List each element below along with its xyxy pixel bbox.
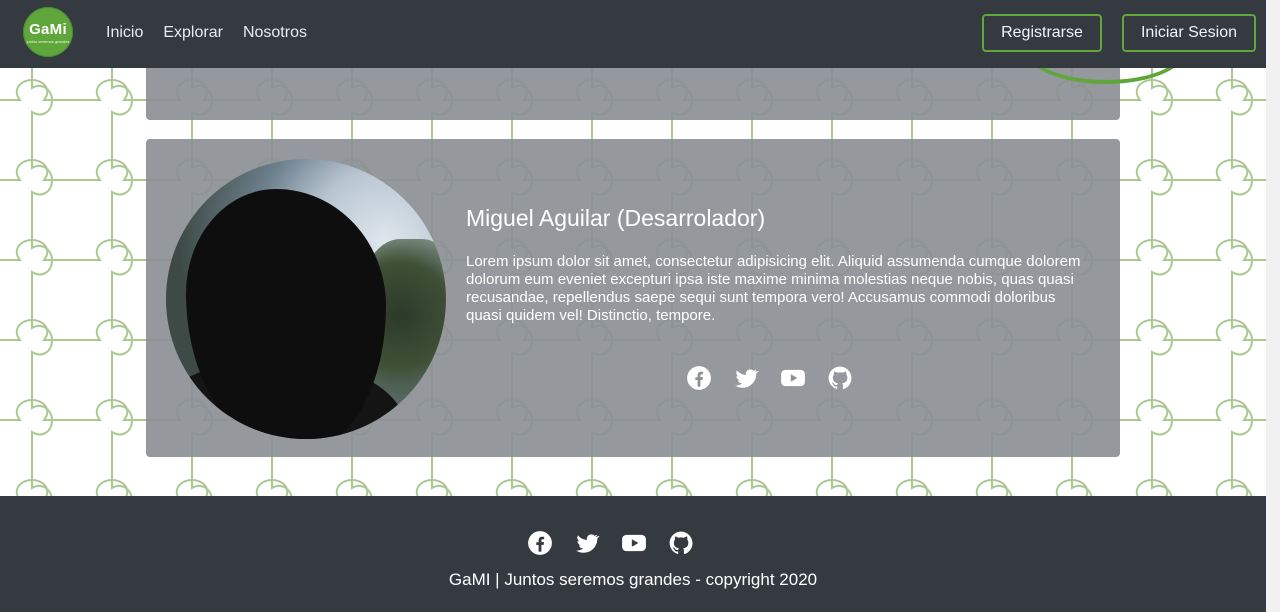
facebook-icon[interactable]: [686, 365, 712, 391]
nav-link-inicio[interactable]: Inicio: [106, 24, 143, 42]
profile-social-links: [686, 365, 853, 391]
footer-copyright: GaMI | Juntos seremos grandes - copyrigh…: [448, 570, 818, 589]
avatar-head-silhouette: [186, 189, 386, 439]
profile-card: Miguel Aguilar (Desarrolador) Lorem ipsu…: [146, 139, 1120, 457]
profile-avatar: [166, 159, 446, 439]
logo-subtext: juntos seremos grandes: [26, 39, 70, 44]
profile-description: Lorem ipsum dolor sit amet, consectetur …: [466, 253, 1081, 324]
scrollbar-track[interactable]: [1266, 0, 1280, 612]
brand-logo[interactable]: GaMi juntos seremos grandes: [23, 7, 73, 57]
logo-text: GaMi: [29, 21, 67, 38]
youtube-icon[interactable]: [621, 530, 647, 556]
login-button[interactable]: Iniciar Sesion: [1122, 14, 1256, 52]
twitter-icon[interactable]: [733, 365, 759, 391]
github-icon[interactable]: [827, 365, 853, 391]
facebook-icon[interactable]: [527, 530, 553, 556]
profile-name: Miguel Aguilar (Desarrolador): [466, 205, 766, 231]
nav-link-explorar[interactable]: Explorar: [163, 24, 223, 42]
previous-profile-card: [146, 28, 1186, 120]
twitter-icon[interactable]: [574, 530, 600, 556]
site-footer: GaMI | Juntos seremos grandes - copyrigh…: [0, 496, 1266, 612]
youtube-icon[interactable]: [780, 365, 806, 391]
footer-social-links: [527, 530, 694, 556]
github-icon[interactable]: [668, 530, 694, 556]
register-button[interactable]: Registrarse: [982, 14, 1102, 52]
top-navbar: GaMi juntos seremos grandes Inicio Explo…: [0, 0, 1266, 68]
nav-link-nosotros[interactable]: Nosotros: [243, 24, 307, 42]
nav-links: Inicio Explorar Nosotros: [106, 24, 307, 42]
